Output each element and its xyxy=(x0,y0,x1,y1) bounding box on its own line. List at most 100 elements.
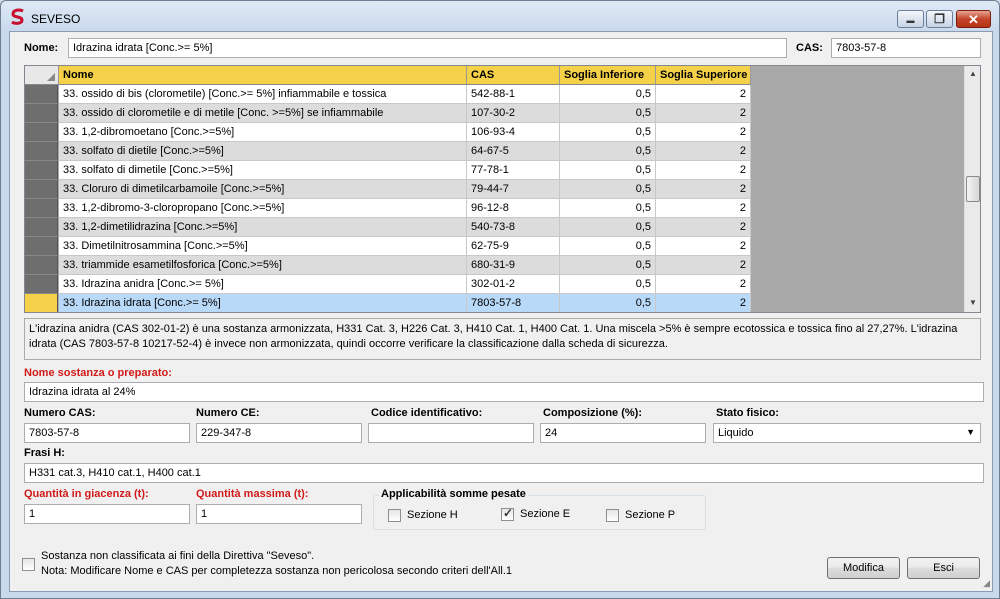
sezione-p-checkbox[interactable] xyxy=(606,509,619,522)
cell-nome[interactable]: 33. 1,2-dibromo-3-cloropropano [Conc.>=5… xyxy=(59,199,467,218)
nome-field[interactable]: Idrazina idrata [Conc.>= 5%] xyxy=(68,38,787,58)
cell-sup[interactable]: 2 xyxy=(656,275,751,294)
cell-nome[interactable]: 33. Idrazina idrata [Conc.>= 5%] xyxy=(59,294,467,312)
row-header[interactable] xyxy=(25,275,58,294)
row-header[interactable] xyxy=(25,123,58,142)
scroll-up-icon[interactable]: ▲ xyxy=(965,66,980,82)
quantita-giacenza-field[interactable]: 1 xyxy=(24,504,190,524)
cell-sup[interactable]: 2 xyxy=(656,142,751,161)
cell-inf[interactable]: 0,5 xyxy=(560,218,656,237)
cell-sup[interactable]: 2 xyxy=(656,218,751,237)
frasi-h-field[interactable]: H331 cat.3, H410 cat.1, H400 cat.1 xyxy=(24,463,984,483)
cell-nome[interactable]: 33. ossido di clorometile e di metile [C… xyxy=(59,104,467,123)
cell-nome[interactable]: 33. solfato di dimetile [Conc.>=5%] xyxy=(59,161,467,180)
row-header[interactable] xyxy=(25,180,58,199)
cell-inf[interactable]: 0,5 xyxy=(560,123,656,142)
scroll-down-icon[interactable]: ▼ xyxy=(965,295,980,311)
cell-sup[interactable]: 2 xyxy=(656,237,751,256)
cell-inf[interactable]: 0,5 xyxy=(560,275,656,294)
composizione-field[interactable]: 24 xyxy=(540,423,706,443)
row-header[interactable] xyxy=(25,294,58,312)
cell-inf[interactable]: 0,5 xyxy=(560,199,656,218)
cell-sup[interactable]: 2 xyxy=(656,180,751,199)
nome-sostanza-field[interactable]: Idrazina idrata al 24% xyxy=(24,382,984,402)
cell-sup[interactable]: 2 xyxy=(656,161,751,180)
cell-nome[interactable]: 33. 1,2-dimetilidrazina [Conc.>=5%] xyxy=(59,218,467,237)
table-row[interactable]: 33. 1,2-dibromoetano [Conc.>=5%] 106-93-4… xyxy=(25,123,751,142)
column-header-soglia-inferiore[interactable]: Soglia Inferiore xyxy=(560,66,656,85)
cell-cas[interactable]: 302-01-2 xyxy=(467,275,560,294)
numero-cas-field[interactable]: 7803-57-8 xyxy=(24,423,190,443)
maximize-button[interactable]: ❐ xyxy=(926,10,953,28)
cell-inf[interactable]: 0,5 xyxy=(560,104,656,123)
resize-grip-icon[interactable]: ◢ xyxy=(983,578,990,589)
substances-grid[interactable]: Nome CAS Soglia Inferiore Soglia Superio… xyxy=(24,65,981,313)
cell-nome[interactable]: 33. solfato di dietile [Conc.>=5%] xyxy=(59,142,467,161)
row-header[interactable] xyxy=(25,85,58,104)
cell-cas[interactable]: 62-75-9 xyxy=(467,237,560,256)
cas-field[interactable]: 7803-57-8 xyxy=(831,38,981,58)
column-header-soglia-superiore[interactable]: Soglia Superiore xyxy=(656,66,751,85)
sezione-e-checkbox[interactable]: ✓ xyxy=(501,506,514,521)
row-header[interactable] xyxy=(25,142,58,161)
column-header-nome[interactable]: Nome xyxy=(59,66,467,85)
stato-fisico-select[interactable]: Liquido ▼ xyxy=(713,423,981,443)
cell-nome[interactable]: 33. triammide esametilfosforica [Conc.>=… xyxy=(59,256,467,275)
cell-inf[interactable]: 0,5 xyxy=(560,294,656,312)
table-row[interactable]: 33. solfato di dietile [Conc.>=5%] 64-67-… xyxy=(25,142,751,161)
table-row[interactable]: 33. 1,2-dimetilidrazina [Conc.>=5%] 540-7… xyxy=(25,218,751,237)
cell-sup[interactable]: 2 xyxy=(656,85,751,104)
cell-sup[interactable]: 2 xyxy=(656,294,751,312)
row-header[interactable] xyxy=(25,237,58,256)
cell-nome[interactable]: 33. ossido di bis (clorometile) [Conc.>=… xyxy=(59,85,467,104)
cell-cas[interactable]: 106-93-4 xyxy=(467,123,560,142)
cell-nome[interactable]: 33. 1,2-dibromoetano [Conc.>=5%] xyxy=(59,123,467,142)
row-header[interactable] xyxy=(25,161,58,180)
cell-cas[interactable]: 107-30-2 xyxy=(467,104,560,123)
table-row[interactable]: 33. Dimetilnitrosammina [Conc.>=5%] 62-75… xyxy=(25,237,751,256)
close-button[interactable]: ✕ xyxy=(956,10,991,28)
row-header[interactable] xyxy=(25,104,58,123)
cell-sup[interactable]: 2 xyxy=(656,256,751,275)
cell-nome[interactable]: 33. Idrazina anidra [Conc.>= 5%] xyxy=(59,275,467,294)
column-header-cas[interactable]: CAS xyxy=(467,66,560,85)
cell-cas[interactable]: 680-31-9 xyxy=(467,256,560,275)
table-row[interactable]: 33. ossido di bis (clorometile) [Conc.>=… xyxy=(25,85,751,104)
cell-sup[interactable]: 2 xyxy=(656,123,751,142)
modifica-button[interactable]: Modifica xyxy=(827,557,900,579)
cell-cas[interactable]: 542-88-1 xyxy=(467,85,560,104)
cell-cas[interactable]: 77-78-1 xyxy=(467,161,560,180)
cell-sup[interactable]: 2 xyxy=(656,199,751,218)
table-row[interactable]: 33. 1,2-dibromo-3-cloropropano [Conc.>=5… xyxy=(25,199,751,218)
cell-inf[interactable]: 0,5 xyxy=(560,256,656,275)
table-row[interactable]: 33. triammide esametilfosforica [Conc.>=… xyxy=(25,256,751,275)
cell-cas[interactable]: 540-73-8 xyxy=(467,218,560,237)
grid-vertical-scrollbar[interactable]: ▲ ▼ xyxy=(964,66,980,312)
quantita-massima-field[interactable]: 1 xyxy=(196,504,362,524)
cell-nome[interactable]: 33. Cloruro di dimetilcarbamoile [Conc.>… xyxy=(59,180,467,199)
minimize-button[interactable]: ▬ xyxy=(897,10,924,28)
non-classificata-checkbox[interactable] xyxy=(22,558,35,571)
cell-inf[interactable]: 0,5 xyxy=(560,161,656,180)
table-row[interactable]: 33. Cloruro di dimetilcarbamoile [Conc.>… xyxy=(25,180,751,199)
table-row[interactable]: 33. solfato di dimetile [Conc.>=5%] 77-78… xyxy=(25,161,751,180)
row-header[interactable] xyxy=(25,199,58,218)
cell-sup[interactable]: 2 xyxy=(656,104,751,123)
cell-nome[interactable]: 33. Dimetilnitrosammina [Conc.>=5%] xyxy=(59,237,467,256)
cell-cas[interactable]: 64-67-5 xyxy=(467,142,560,161)
row-header[interactable] xyxy=(25,256,58,275)
table-row[interactable]: 33. ossido di clorometile e di metile [C… xyxy=(25,104,751,123)
cell-inf[interactable]: 0,5 xyxy=(560,237,656,256)
sezione-h-checkbox[interactable] xyxy=(388,509,401,522)
table-row[interactable]: 33. Idrazina anidra [Conc.>= 5%] 302-01-2… xyxy=(25,275,751,294)
codice-identificativo-field[interactable] xyxy=(368,423,534,443)
esci-button[interactable]: Esci xyxy=(907,557,980,579)
numero-ce-field[interactable]: 229-347-8 xyxy=(196,423,362,443)
cell-cas[interactable]: 7803-57-8 xyxy=(467,294,560,312)
cell-inf[interactable]: 0,5 xyxy=(560,180,656,199)
cell-inf[interactable]: 0,5 xyxy=(560,142,656,161)
cell-cas[interactable]: 79-44-7 xyxy=(467,180,560,199)
cell-inf[interactable]: 0,5 xyxy=(560,85,656,104)
row-header[interactable] xyxy=(25,218,58,237)
table-row[interactable]: 33. Idrazina idrata [Conc.>= 5%] 7803-57-… xyxy=(25,294,751,312)
